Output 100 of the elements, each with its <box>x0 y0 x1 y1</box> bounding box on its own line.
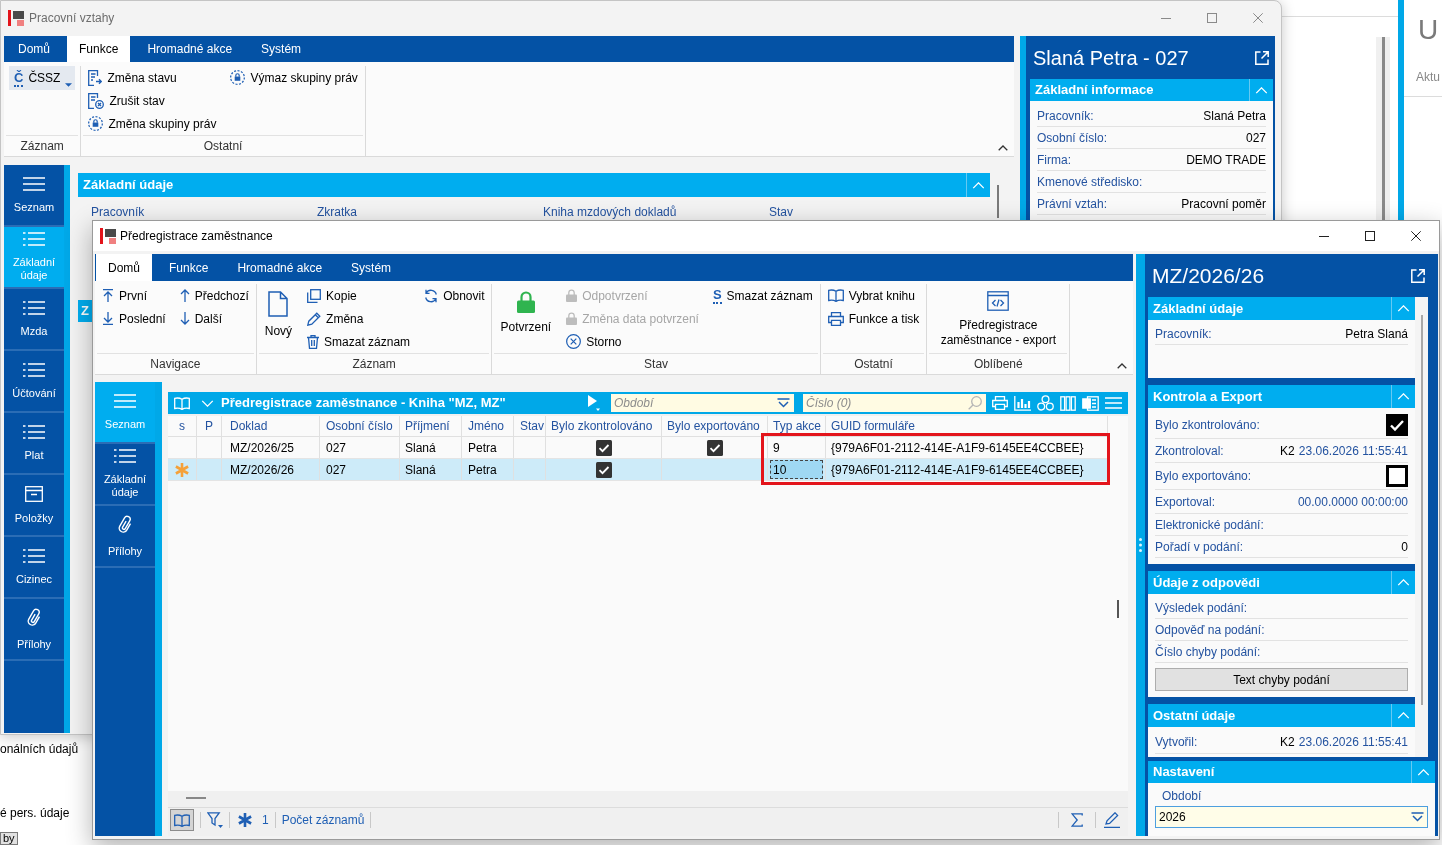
checkbox-checked-icon[interactable] <box>595 439 612 456</box>
app-logo-icon <box>100 228 116 244</box>
menu-icon[interactable] <box>1105 397 1122 409</box>
printer-icon[interactable] <box>992 396 1008 410</box>
tab[interactable]: Domů <box>6 36 62 62</box>
book-icon[interactable] <box>174 396 190 410</box>
ribbon-button[interactable]: Kopie <box>305 284 413 307</box>
dropdown-button[interactable] <box>773 394 794 412</box>
ribbon-button[interactable]: S Smazat záznam <box>710 284 815 307</box>
popout-icon[interactable] <box>1255 50 1269 65</box>
field-value: Petra Slaná <box>1345 325 1408 343</box>
tab[interactable]: Hromadné akce <box>225 254 335 281</box>
pen-icon[interactable] <box>1104 812 1120 828</box>
scrollbar-thumb[interactable] <box>1117 600 1119 618</box>
ribbon-button[interactable]: Předregistrace zaměstnance - export <box>932 284 1065 348</box>
table-cell: 027 <box>320 459 400 480</box>
sigma-icon[interactable] <box>1071 813 1083 827</box>
ribbon-button[interactable]: Předchozí <box>177 284 251 307</box>
ribbon-button[interactable]: Funkce a tisk <box>825 307 922 330</box>
filter-icon[interactable] <box>207 812 223 828</box>
checkbox-icon[interactable] <box>1386 465 1408 487</box>
book-view-button[interactable] <box>170 809 194 831</box>
spreadsheet-icon[interactable] <box>1082 395 1099 411</box>
page-icon <box>268 291 289 317</box>
circles-icon[interactable] <box>1037 395 1054 411</box>
period-field[interactable]: Období <box>611 394 773 412</box>
ribbon-button[interactable]: Další <box>177 307 251 330</box>
table-cell[interactable]: 10 <box>770 460 823 479</box>
popout-icon[interactable] <box>1411 268 1425 283</box>
ribbon-button[interactable]: Zrušit stav <box>86 89 219 112</box>
ribbon-button[interactable]: Smazat záznam <box>305 330 413 353</box>
chevron-up-icon[interactable] <box>1117 363 1127 369</box>
field-label: Elektronické podání: <box>1155 516 1264 534</box>
ribbon-button[interactable]: Storno <box>564 330 701 353</box>
ribbon-button[interactable]: Nový <box>261 284 296 339</box>
column-header[interactable]: Bylo zkontrolováno <box>551 417 653 435</box>
scrollbar-thumb[interactable] <box>186 797 206 799</box>
selected-row[interactable]: MZ/2026/26 027 Slaná Petra 10 {979A6F01-2112-414E-A1F9-6145EE4CCBEE} <box>168 459 1108 481</box>
ribbon-button[interactable]: Poslední <box>100 307 168 330</box>
ribbon-button[interactable]: Změna <box>305 307 413 330</box>
ribbon-button[interactable]: Obnovit <box>422 284 487 307</box>
scrollbar[interactable] <box>997 185 999 218</box>
field-label: Kniha mzdových dokladů <box>543 205 677 219</box>
ribbon-button[interactable]: Změna skupiny práv <box>86 112 219 135</box>
period-select[interactable]: 2026 <box>1155 806 1428 828</box>
field-label: Číslo chyby podání: <box>1155 643 1261 661</box>
search-button[interactable] <box>964 394 986 412</box>
book-icon <box>174 813 190 827</box>
ribbon-button[interactable]: Potvrzení <box>497 284 555 335</box>
tab[interactable]: Funkce <box>157 254 221 281</box>
button[interactable]: by <box>0 832 18 845</box>
scrollbar[interactable] <box>1420 315 1423 705</box>
tab[interactable]: Funkce <box>67 36 131 62</box>
scrollbar[interactable] <box>1376 37 1390 220</box>
tab[interactable]: Hromadné akce <box>135 36 245 62</box>
arrow-up-icon <box>179 289 190 302</box>
chevron-down-icon[interactable] <box>201 399 214 407</box>
checkbox-checked-icon[interactable] <box>1386 414 1408 436</box>
chevron-up-icon <box>1417 768 1430 776</box>
section-title: Údaje z odpovědi <box>1152 573 1260 592</box>
bar-chart-icon[interactable] <box>1014 395 1031 411</box>
ribbon-button[interactable]: Vybrat knihu <box>825 284 922 307</box>
column-header[interactable]: Příjmení <box>405 417 450 435</box>
list-icon <box>23 232 45 246</box>
number-field[interactable]: Číslo (0) <box>803 394 964 412</box>
field-value: 027 <box>1245 129 1266 147</box>
field-value: 0 <box>1401 538 1408 556</box>
checkbox-checked-icon[interactable] <box>706 439 723 456</box>
chevron-up-icon <box>972 181 985 189</box>
field-label: onálních údajů <box>0 741 79 758</box>
ribbon-button[interactable]: Výmaz skupiny práv <box>228 66 360 89</box>
text-button[interactable]: Text chyby podání <box>1155 668 1408 691</box>
column-header[interactable]: GUID formuláře <box>831 417 916 435</box>
search-icon <box>968 396 982 410</box>
column-header[interactable]: Typ akce <box>773 417 822 435</box>
record-count-button[interactable]: Počet záznamů <box>281 811 365 829</box>
asterisk-icon[interactable] <box>238 813 252 827</box>
table-cell: MZ/2026/26 <box>222 459 320 480</box>
ribbon-button[interactable]: Změna stavu <box>86 66 219 89</box>
chevron-up-icon[interactable] <box>998 145 1008 151</box>
section-title: Základní údaje <box>1152 299 1244 318</box>
table-cell[interactable]: 9 <box>770 438 823 457</box>
column-header[interactable]: Stav <box>520 417 544 435</box>
column-header[interactable]: P <box>205 417 213 435</box>
column-header[interactable]: Jméno <box>468 417 505 435</box>
lock-icon <box>516 291 535 313</box>
tab[interactable]: Systém <box>249 36 314 62</box>
tab[interactable]: Systém <box>339 254 404 281</box>
dropdown-button[interactable]: Č ČSSZ <box>9 66 76 90</box>
tab[interactable]: Domů <box>96 254 152 281</box>
column-header[interactable]: Doklad <box>230 417 268 435</box>
checkbox-checked-icon[interactable] <box>595 461 612 478</box>
book-icon <box>827 289 844 302</box>
play-icon[interactable] <box>588 395 600 411</box>
ribbon-button[interactable]: První <box>100 284 168 307</box>
column-header[interactable]: Bylo exportováno <box>667 417 760 435</box>
columns-icon[interactable] <box>1060 395 1076 411</box>
timestamp: 23.06.2026 11:55:41 <box>1298 733 1408 751</box>
column-header[interactable]: Osobní číslo <box>326 417 393 435</box>
column-header[interactable]: s <box>179 417 185 435</box>
